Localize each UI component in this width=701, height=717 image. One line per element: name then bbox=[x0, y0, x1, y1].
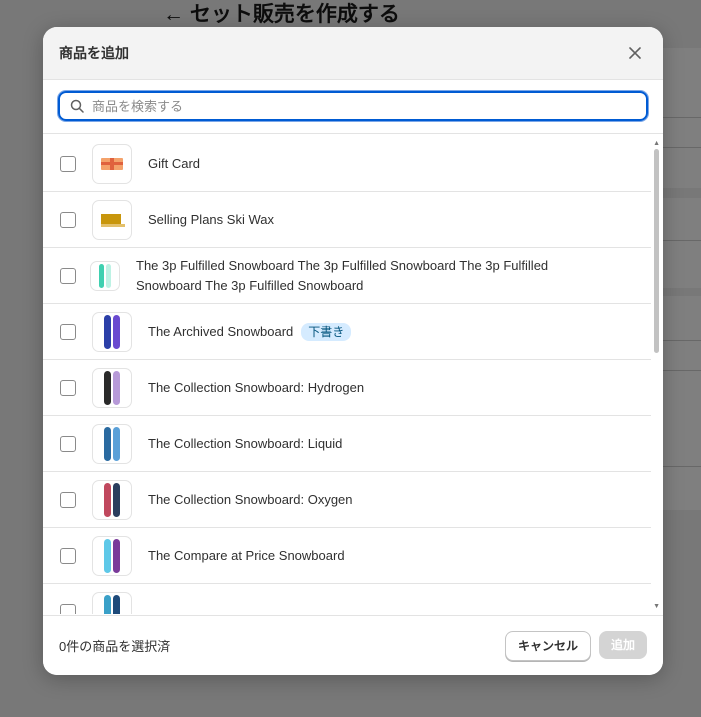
product-thumbnail bbox=[92, 423, 132, 464]
snowboard-icon bbox=[104, 370, 120, 405]
product-checkbox[interactable] bbox=[60, 379, 76, 396]
product-checkbox[interactable] bbox=[60, 435, 76, 452]
modal-footer: 0件の商品を選択済 キャンセル 追加 bbox=[43, 615, 663, 675]
scroll-down-arrow[interactable]: ▼ bbox=[653, 603, 660, 610]
product-checkbox[interactable] bbox=[60, 491, 76, 508]
product-checkbox[interactable] bbox=[60, 155, 76, 172]
product-row[interactable]: The Collection Snowboard: Liquid bbox=[43, 416, 651, 472]
product-list[interactable]: Gift Card Selling Plans Ski Wax The 3p F… bbox=[43, 136, 663, 614]
product-thumbnail bbox=[92, 592, 132, 614]
product-row[interactable]: The Compare at Price Snowboard bbox=[43, 528, 651, 584]
product-name: The Collection Snowboard: Liquid bbox=[148, 435, 343, 451]
product-checkbox[interactable] bbox=[60, 267, 76, 284]
product-thumbnail bbox=[92, 311, 132, 352]
product-thumbnail bbox=[92, 367, 132, 408]
product-checkbox[interactable] bbox=[60, 604, 76, 614]
product-checkbox[interactable] bbox=[60, 323, 76, 340]
product-row[interactable]: Gift Card bbox=[43, 136, 651, 192]
product-row[interactable]: The Collection Snowboard: Oxygen bbox=[43, 472, 651, 528]
cancel-button[interactable]: キャンセル bbox=[504, 630, 591, 661]
product-thumbnail bbox=[90, 260, 120, 291]
product-name: Selling Plans Ski Wax bbox=[148, 211, 274, 227]
product-row[interactable]: The Collection Snowboard: Hydrogen bbox=[43, 360, 651, 416]
search-input[interactable] bbox=[90, 97, 636, 115]
add-button[interactable]: 追加 bbox=[598, 630, 647, 659]
modal-title: 商品を追加 bbox=[59, 45, 129, 61]
product-name: The Archived Snowboard bbox=[148, 323, 294, 339]
ski-wax-icon bbox=[101, 213, 125, 227]
snowboard-icon bbox=[104, 314, 120, 349]
scroll-up-arrow[interactable]: ▲ bbox=[653, 140, 660, 147]
draft-status-badge: 下書き bbox=[301, 322, 352, 341]
product-name: The Collection Snowboard: Oxygen bbox=[148, 491, 353, 507]
product-checkbox[interactable] bbox=[60, 547, 76, 564]
search-bar bbox=[43, 80, 663, 134]
product-name: The Collection Snowboard: Hydrogen bbox=[148, 379, 365, 395]
product-row[interactable] bbox=[43, 584, 651, 614]
snowboard-icon bbox=[104, 538, 120, 573]
snowboard-icon bbox=[104, 426, 120, 461]
product-row[interactable]: The Archived Snowboard 下書き bbox=[43, 304, 651, 360]
product-name: Gift Card bbox=[148, 155, 201, 171]
product-name: The 3p Fulfilled Snowboard The 3p Fulfil… bbox=[136, 257, 549, 293]
snowboard-icon bbox=[99, 263, 111, 288]
product-thumbnail bbox=[92, 535, 132, 576]
product-thumbnail bbox=[92, 199, 132, 240]
search-field[interactable] bbox=[58, 91, 648, 121]
modal-header: 商品を追加 bbox=[43, 27, 663, 80]
scrollbar-thumb[interactable] bbox=[654, 149, 659, 353]
product-checkbox[interactable] bbox=[60, 211, 76, 228]
snowboard-icon bbox=[104, 595, 120, 614]
close-button[interactable] bbox=[623, 41, 647, 65]
product-row[interactable]: Selling Plans Ski Wax bbox=[43, 192, 651, 248]
product-row[interactable]: The 3p Fulfilled Snowboard The 3p Fulfil… bbox=[43, 248, 651, 304]
footer-actions: キャンセル 追加 bbox=[504, 630, 647, 661]
close-icon bbox=[629, 47, 641, 59]
gift-card-icon bbox=[101, 157, 123, 170]
product-thumbnail bbox=[92, 479, 132, 520]
selected-count: 0件の商品を選択済 bbox=[59, 639, 171, 654]
search-icon bbox=[70, 99, 84, 113]
product-name: The Compare at Price Snowboard bbox=[148, 547, 345, 563]
product-thumbnail bbox=[92, 143, 132, 184]
snowboard-icon bbox=[104, 482, 120, 517]
add-product-modal: 商品を追加 Gift Card bbox=[43, 27, 663, 675]
